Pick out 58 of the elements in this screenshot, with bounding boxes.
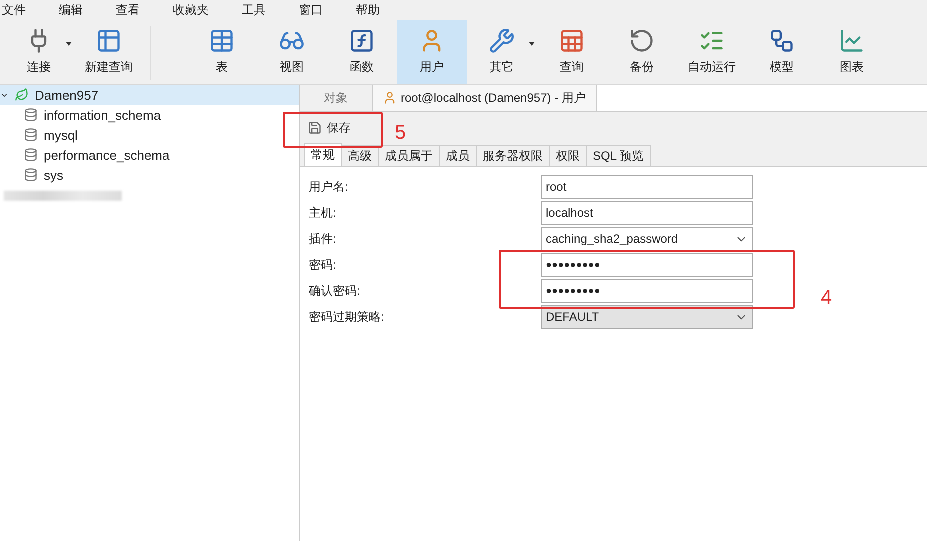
- toolbar-button[interactable]: 连接: [4, 20, 74, 84]
- save-icon: [308, 121, 322, 135]
- tab[interactable]: SQL 预览: [586, 145, 651, 166]
- tree-item[interactable]: Damen957: [0, 85, 299, 105]
- chart-icon: [839, 28, 865, 54]
- dropdown-field[interactable]: caching_sha2_password: [541, 227, 753, 251]
- save-button[interactable]: 保存: [306, 118, 353, 138]
- toolbar-button[interactable]: 函数: [327, 20, 397, 84]
- tree-item[interactable]: mysql: [0, 125, 299, 145]
- tree-item[interactable]: sys: [0, 165, 299, 185]
- toolbar-button[interactable]: 新建查询: [74, 20, 144, 84]
- dropdown-field[interactable]: DEFAULT: [541, 305, 753, 329]
- text-field[interactable]: localhost: [541, 201, 753, 225]
- user-icon: [383, 91, 397, 105]
- field-label: 插件:: [309, 230, 338, 248]
- table-icon: [209, 28, 235, 54]
- toolbar-button[interactable]: 模型: [747, 20, 817, 84]
- menu-item[interactable]: 收藏夹: [173, 2, 226, 18]
- restore-icon: [629, 28, 655, 54]
- toolbar-button[interactable]: 其它: [467, 20, 537, 84]
- annotation-number: 5: [395, 122, 406, 145]
- menu-item[interactable]: 文件: [2, 2, 43, 18]
- annotation-number: 4: [821, 287, 832, 310]
- field-label: 主机:: [309, 204, 338, 222]
- menu-item[interactable]: 窗口: [299, 2, 340, 18]
- field-label: 密码:: [309, 256, 338, 274]
- database-icon: [24, 128, 38, 142]
- toolbar-button[interactable]: 表: [187, 20, 257, 84]
- function-icon: [349, 28, 375, 54]
- toolbar-button[interactable]: 查询: [537, 20, 607, 84]
- table-icon: [96, 28, 122, 54]
- menu-item[interactable]: 工具: [242, 2, 283, 18]
- toolbar-button[interactable]: 用户: [397, 20, 467, 84]
- password-field[interactable]: ●●●●●●●●●: [541, 253, 753, 277]
- database-icon: [24, 148, 38, 162]
- field-label: 用户名:: [309, 178, 350, 196]
- table-icon: [559, 28, 585, 54]
- field-label: 密码过期策略:: [309, 308, 386, 326]
- wrench-icon: [489, 28, 515, 54]
- toolbar-button[interactable]: 自动运行: [677, 20, 747, 84]
- password-field[interactable]: ●●●●●●●●●: [541, 279, 753, 303]
- field-label: 确认密码:: [309, 282, 362, 300]
- database-icon: [24, 108, 38, 122]
- menu-item[interactable]: 帮助: [356, 2, 397, 18]
- dropdown-caret-icon[interactable]: [66, 42, 72, 46]
- tree-item[interactable]: information_schema: [0, 105, 299, 125]
- document-tab[interactable]: root@localhost (Damen957) - 用户: [373, 85, 597, 111]
- diagram-icon: [769, 28, 795, 54]
- toolbar-button[interactable]: 图表: [817, 20, 887, 84]
- database-icon: [24, 168, 38, 182]
- menu-item[interactable]: 查看: [116, 2, 157, 18]
- toolbar-button[interactable]: 视图: [257, 20, 327, 84]
- tree-item[interactable]: performance_schema: [0, 145, 299, 165]
- connection-icon: [15, 88, 29, 102]
- menu-item[interactable]: 编辑: [59, 2, 100, 18]
- text-field[interactable]: root: [541, 175, 753, 199]
- dropdown-caret-icon[interactable]: [529, 42, 535, 46]
- toolbar-button[interactable]: 备份: [607, 20, 677, 84]
